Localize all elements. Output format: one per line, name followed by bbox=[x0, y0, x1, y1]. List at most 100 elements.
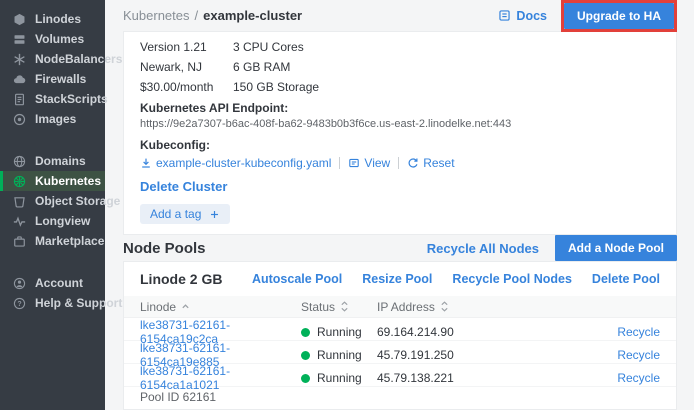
sidebar-group-divider bbox=[0, 129, 105, 151]
breadcrumb-kubernetes-link[interactable]: Kubernetes bbox=[123, 8, 190, 23]
column-header-status[interactable]: Status bbox=[301, 300, 377, 314]
sidebar: Linodes Volumes NodeBalancers Firewalls … bbox=[0, 0, 105, 410]
sidebar-item-longview[interactable]: Longview bbox=[0, 211, 105, 231]
sort-both-icon bbox=[440, 300, 449, 313]
status-running-dot bbox=[301, 328, 310, 337]
linode-cube-icon bbox=[13, 13, 26, 26]
spec-price: $30.00/month bbox=[140, 81, 233, 94]
docs-label: Docs bbox=[516, 9, 547, 23]
nodes-table: Linode Status IP Address lke38731-62161-… bbox=[124, 296, 676, 387]
view-label: View bbox=[364, 156, 390, 170]
images-icon bbox=[13, 113, 26, 126]
resize-pool-link[interactable]: Resize Pool bbox=[362, 272, 432, 286]
status-cell: Running bbox=[301, 348, 377, 362]
add-tag-button[interactable]: Add a tag bbox=[140, 204, 230, 224]
status-column-label: Status bbox=[301, 300, 335, 314]
node-pool-card: Linode 2 GB Autoscale Pool Resize Pool R… bbox=[123, 261, 677, 410]
kubeconfig-filename: example-cluster-kubeconfig.yaml bbox=[156, 156, 331, 170]
kubeconfig-block: Kubeconfig: example-cluster-kubeconfig.y… bbox=[140, 138, 660, 170]
add-node-pool-button[interactable]: Add a Node Pool bbox=[555, 235, 677, 261]
status-text: Running bbox=[317, 371, 362, 385]
volumes-icon bbox=[13, 33, 26, 46]
node-pools-actions: Recycle All Nodes Add a Node Pool bbox=[427, 235, 677, 261]
recycle-pool-nodes-link[interactable]: Recycle Pool Nodes bbox=[452, 272, 572, 286]
ip-address: 45.79.138.221 bbox=[377, 371, 596, 385]
page-header: Kubernetes / example-cluster Docs Upgrad… bbox=[123, 0, 677, 31]
sidebar-item-label: Firewalls bbox=[35, 72, 86, 86]
question-icon: ? bbox=[13, 297, 26, 310]
sidebar-item-account[interactable]: Account bbox=[0, 273, 105, 293]
status-running-dot bbox=[301, 351, 310, 360]
sidebar-item-images[interactable]: Images bbox=[0, 109, 105, 129]
linode-column-label: Linode bbox=[140, 300, 176, 314]
view-icon bbox=[348, 157, 360, 169]
pool-name: Linode 2 GB bbox=[140, 271, 222, 287]
spec-storage: 150 GB Storage bbox=[233, 81, 660, 94]
recycle-node-link[interactable]: Recycle bbox=[617, 348, 660, 362]
sidebar-item-nodebalancers[interactable]: NodeBalancers bbox=[0, 49, 105, 69]
table-row: lke38731-62161-6154ca1a1021 Running 45.7… bbox=[124, 364, 676, 387]
ip-address: 69.164.214.90 bbox=[377, 325, 596, 339]
api-endpoint-block: Kubernetes API Endpoint: https://9e2a730… bbox=[140, 101, 660, 130]
breadcrumb: Kubernetes / example-cluster bbox=[123, 8, 302, 23]
spec-cpu: 3 CPU Cores bbox=[233, 41, 660, 54]
sidebar-item-stackscripts[interactable]: StackScripts bbox=[0, 89, 105, 109]
column-header-ip[interactable]: IP Address bbox=[377, 300, 596, 314]
docs-icon bbox=[498, 9, 511, 22]
pulse-icon bbox=[13, 215, 26, 228]
svg-text:?: ? bbox=[17, 301, 21, 308]
delete-cluster-link[interactable]: Delete Cluster bbox=[140, 179, 227, 194]
autoscale-pool-link[interactable]: Autoscale Pool bbox=[252, 272, 342, 286]
column-header-linode[interactable]: Linode bbox=[124, 300, 301, 314]
ip-column-label: IP Address bbox=[377, 300, 435, 314]
upgrade-to-ha-button[interactable]: Upgrade to HA bbox=[564, 3, 674, 29]
sidebar-item-marketplace[interactable]: Marketplace bbox=[0, 231, 105, 251]
node-pools-header: Node Pools Recycle All Nodes Add a Node … bbox=[123, 235, 677, 261]
upgrade-annotation-wrap: Upgrade to HA bbox=[561, 0, 677, 32]
sidebar-item-volumes[interactable]: Volumes bbox=[0, 29, 105, 49]
script-icon bbox=[13, 93, 26, 106]
kubeconfig-view-link[interactable]: View bbox=[348, 156, 390, 170]
sidebar-item-object-storage[interactable]: Object Storage bbox=[0, 191, 105, 211]
sidebar-item-label: StackScripts bbox=[35, 92, 108, 106]
kubeconfig-download-link[interactable]: example-cluster-kubeconfig.yaml bbox=[140, 156, 331, 170]
sidebar-item-label: Account bbox=[35, 276, 83, 290]
breadcrumb-separator: / bbox=[195, 8, 199, 23]
pool-actions: Autoscale Pool Resize Pool Recycle Pool … bbox=[252, 272, 660, 286]
docs-link[interactable]: Docs bbox=[498, 9, 547, 23]
sidebar-item-label: Longview bbox=[35, 214, 90, 228]
person-icon bbox=[13, 277, 26, 290]
status-text: Running bbox=[317, 325, 362, 339]
delete-pool-link[interactable]: Delete Pool bbox=[592, 272, 660, 286]
reset-label: Reset bbox=[423, 156, 454, 170]
cluster-specs: Version 1.21 3 CPU Cores Newark, NJ 6 GB… bbox=[140, 41, 660, 94]
status-running-dot bbox=[301, 374, 310, 383]
sidebar-item-label: Volumes bbox=[35, 32, 84, 46]
recycle-node-link[interactable]: Recycle bbox=[617, 325, 660, 339]
kubeconfig-actions: example-cluster-kubeconfig.yaml View Res… bbox=[140, 156, 660, 170]
cluster-summary-card: Version 1.21 3 CPU Cores Newark, NJ 6 GB… bbox=[123, 31, 677, 235]
sidebar-item-domains[interactable]: Domains bbox=[0, 151, 105, 171]
status-cell: Running bbox=[301, 325, 377, 339]
sort-both-icon bbox=[340, 300, 349, 313]
recycle-node-link[interactable]: Recycle bbox=[617, 371, 660, 385]
table-row: lke38731-62161-6154ca19e885 Running 45.7… bbox=[124, 341, 676, 364]
header-actions: Docs Upgrade to HA bbox=[498, 0, 677, 32]
sort-ascending-icon bbox=[181, 302, 190, 311]
sidebar-item-label: Domains bbox=[35, 154, 86, 168]
recycle-all-nodes-link[interactable]: Recycle All Nodes bbox=[427, 241, 539, 256]
status-text: Running bbox=[317, 348, 362, 362]
sidebar-item-kubernetes[interactable]: Kubernetes bbox=[0, 171, 105, 191]
briefcase-icon bbox=[13, 235, 26, 248]
sidebar-item-linodes[interactable]: Linodes bbox=[0, 9, 105, 29]
sidebar-item-firewalls[interactable]: Firewalls bbox=[0, 69, 105, 89]
sidebar-group-divider bbox=[0, 251, 105, 273]
kubeconfig-reset-link[interactable]: Reset bbox=[407, 156, 454, 170]
plus-icon bbox=[209, 209, 220, 220]
table-row: lke38731-62161-6154ca19c2ca Running 69.1… bbox=[124, 318, 676, 341]
sidebar-item-help-support[interactable]: ? Help & Support bbox=[0, 293, 105, 313]
page-title: example-cluster bbox=[203, 8, 302, 23]
spec-version: Version 1.21 bbox=[140, 41, 233, 54]
nodebalancer-icon bbox=[13, 53, 26, 66]
ip-address: 45.79.191.250 bbox=[377, 348, 596, 362]
